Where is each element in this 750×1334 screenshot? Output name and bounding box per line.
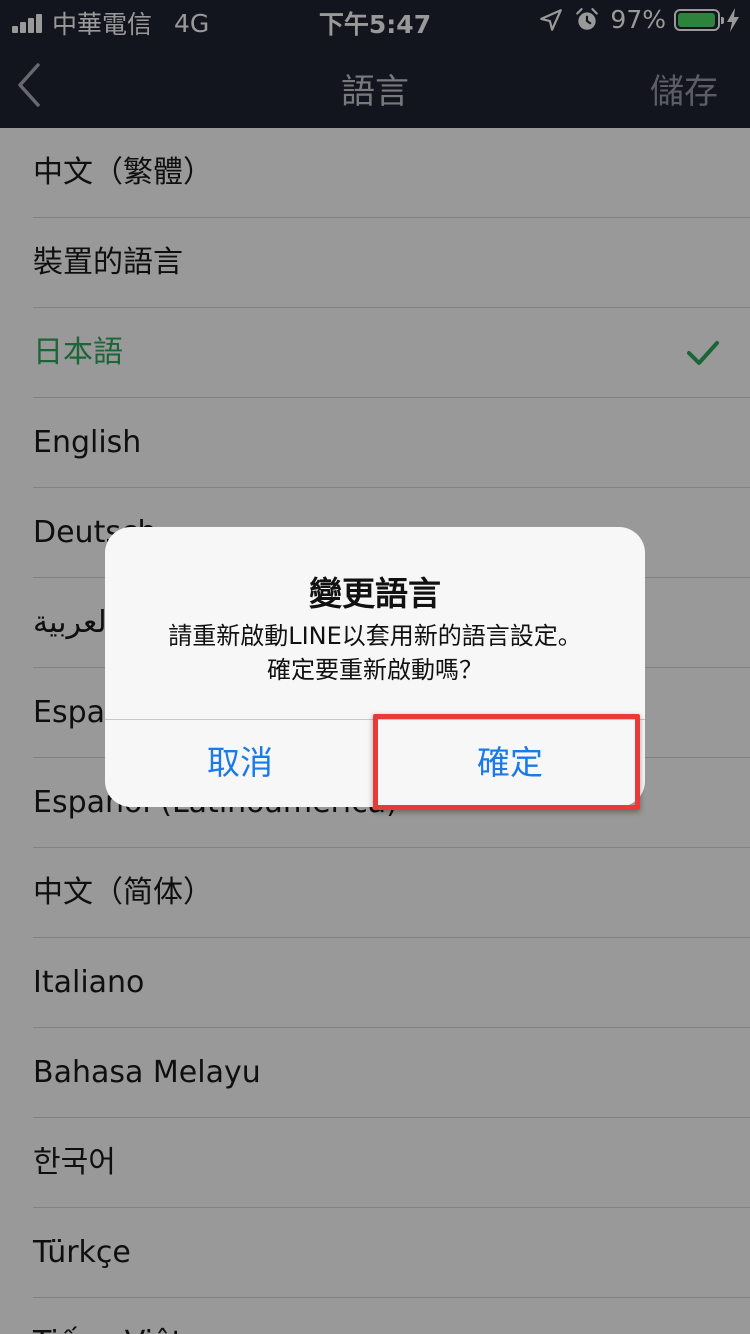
highlight-annotation xyxy=(373,714,640,810)
language-settings-screen: 中華電信 4G 下午5:47 97% 語言 儲存 中文（繁體） 裝置的語言 日本… xyxy=(0,0,750,1334)
dialog-message-line: 確定要重新啟動嗎？ xyxy=(267,656,483,684)
dialog-message-line: 請重新啟動LINE以套用新的語言設定。 xyxy=(168,622,582,650)
dialog-message: 請重新啟動LINE以套用新的語言設定。 確定要重新啟動嗎？ xyxy=(125,619,625,687)
cancel-button[interactable]: 取消 xyxy=(105,719,375,807)
dialog-title: 變更語言 xyxy=(309,574,441,613)
